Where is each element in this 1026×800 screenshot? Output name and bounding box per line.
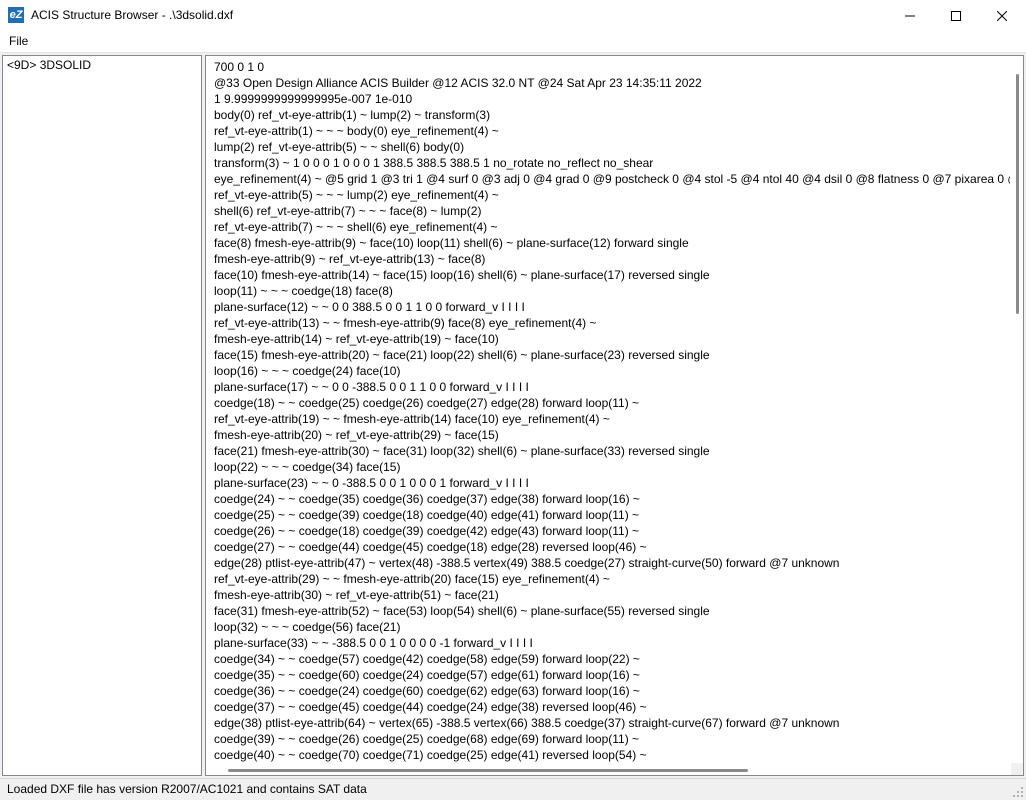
menu-file[interactable]: File [2,31,35,52]
tree-item-3dsolid[interactable]: <9D> 3DSOLID [7,58,91,72]
menu-divider [0,52,1026,53]
sat-line: fmesh-eye-attrib(9) ~ ref_vt-eye-attrib(… [214,252,486,266]
sat-line: coedge(40) ~ ~ coedge(70) coedge(71) coe… [214,748,647,762]
sat-line: loop(32) ~ ~ ~ coedge(56) face(21) [214,620,401,634]
sat-line: shell(6) ref_vt-eye-attrib(7) ~ ~ ~ face… [214,204,482,218]
sat-line: ref_vt-eye-attrib(29) ~ ~ fmesh-eye-attr… [214,572,610,586]
scroll-corner [1011,763,1023,775]
sat-line: eye_refinement(4) ~ @5 grid 1 @3 tri 1 @… [214,172,1010,186]
sat-line: body(0) ref_vt-eye-attrib(1) ~ lump(2) ~… [214,108,491,122]
sat-line: plane-surface(33) ~ ~ -388.5 0 0 1 0 0 0… [214,636,533,650]
sat-line: coedge(36) ~ ~ coedge(24) coedge(60) coe… [214,684,640,698]
app-icon: eZ [8,7,24,23]
sat-line: loop(16) ~ ~ ~ coedge(24) face(10) [214,364,401,378]
sat-line: coedge(24) ~ ~ coedge(35) coedge(36) coe… [214,492,640,506]
sat-line: coedge(34) ~ ~ coedge(57) coedge(42) coe… [214,652,640,666]
sat-line: plane-surface(23) ~ ~ 0 -388.5 0 0 1 0 0… [214,476,529,490]
sat-line: @33 Open Design Alliance ACIS Builder @1… [214,76,702,90]
sat-line: coedge(35) ~ ~ coedge(60) coedge(24) coe… [214,668,640,682]
sat-line: plane-surface(17) ~ ~ 0 0 -388.5 0 0 1 1… [214,380,529,394]
sat-line: fmesh-eye-attrib(14) ~ ref_vt-eye-attrib… [214,332,499,346]
resize-grip-icon[interactable] [1012,786,1024,798]
sat-line: ref_vt-eye-attrib(19) ~ ~ fmesh-eye-attr… [214,412,610,426]
minimize-button[interactable] [887,0,933,31]
sat-line: plane-surface(12) ~ ~ 0 0 388.5 0 0 1 1 … [214,300,525,314]
sat-line: coedge(26) ~ ~ coedge(18) coedge(39) coe… [214,524,640,538]
sat-text-view[interactable]: 700 0 1 0 @33 Open Design Alliance ACIS B… [205,55,1024,776]
close-button[interactable] [979,0,1025,31]
sat-line: face(31) fmesh-eye-attrib(52) ~ face(53)… [214,604,710,618]
sat-line: coedge(39) ~ ~ coedge(26) coedge(25) coe… [214,732,640,746]
vertical-scroll-thumb[interactable] [1016,74,1019,314]
window-title: ACIS Structure Browser - .\3dsolid.dxf [31,8,234,22]
sat-line: lump(2) ref_vt-eye-attrib(5) ~ ~ shell(6… [214,140,465,154]
maximize-button[interactable] [933,0,979,31]
vertical-scrollbar[interactable] [1011,56,1023,763]
sat-line: face(15) fmesh-eye-attrib(20) ~ face(21)… [214,348,710,362]
sat-line: edge(38) ptlist-eye-attrib(64) ~ vertex(… [214,716,840,730]
sat-line: coedge(37) ~ ~ coedge(45) coedge(44) coe… [214,700,647,714]
sat-text-content: 700 0 1 0 @33 Open Design Alliance ACIS B… [214,59,1010,763]
sat-line: face(8) fmesh-eye-attrib(9) ~ face(10) l… [214,236,689,250]
sat-line: ref_vt-eye-attrib(1) ~ ~ ~ body(0) eye_r… [214,124,499,138]
sat-line: fmesh-eye-attrib(30) ~ ref_vt-eye-attrib… [214,588,499,602]
sat-line: face(21) fmesh-eye-attrib(30) ~ face(31)… [214,444,710,458]
menu-bar: File [0,31,1026,52]
sat-line: coedge(27) ~ ~ coedge(44) coedge(45) coe… [214,540,647,554]
sat-line: 1 9.9999999999999995e-007 1e-010 [214,92,413,106]
sat-line: ref_vt-eye-attrib(5) ~ ~ ~ lump(2) eye_r… [214,188,499,202]
sat-line: face(10) fmesh-eye-attrib(14) ~ face(15)… [214,268,710,282]
status-text: Loaded DXF file has version R2007/AC1021… [7,782,367,796]
sat-line: ref_vt-eye-attrib(7) ~ ~ ~ shell(6) eye_… [214,220,498,234]
sat-line: ref_vt-eye-attrib(13) ~ ~ fmesh-eye-attr… [214,316,597,330]
horizontal-scroll-thumb[interactable] [228,769,748,772]
status-bar: Loaded DXF file has version R2007/AC1021… [0,778,1026,800]
sat-line: edge(28) ptlist-eye-attrib(47) ~ vertex(… [214,556,840,570]
sat-line: transform(3) ~ 1 0 0 0 1 0 0 0 1 388.5 3… [214,156,654,170]
minimize-icon [905,15,915,16]
sat-line: loop(11) ~ ~ ~ coedge(18) face(8) [214,284,393,298]
title-bar: eZ ACIS Structure Browser - .\3dsolid.dx… [0,0,1026,31]
sat-line: fmesh-eye-attrib(20) ~ ref_vt-eye-attrib… [214,428,499,442]
sat-line: 700 0 1 0 [214,60,265,74]
sat-line: coedge(18) ~ ~ coedge(25) coedge(26) coe… [214,396,640,410]
horizontal-scrollbar[interactable] [206,763,1011,775]
close-icon [997,10,1007,21]
sat-line: coedge(25) ~ ~ coedge(39) coedge(18) coe… [214,508,640,522]
entity-tree[interactable]: <9D> 3DSOLID [2,55,202,776]
maximize-icon [951,10,961,21]
sat-line: loop(22) ~ ~ ~ coedge(34) face(15) [214,460,401,474]
